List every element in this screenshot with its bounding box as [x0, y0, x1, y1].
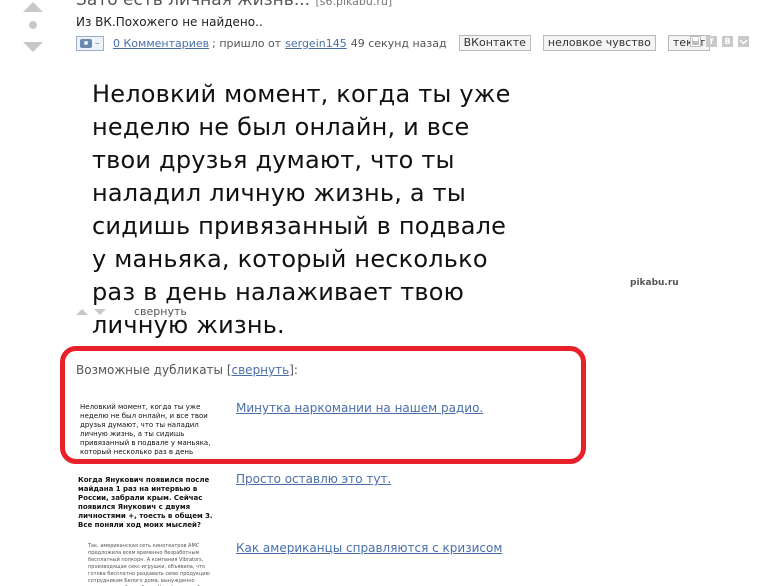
- post-meta: – 0 Комментариев ; пришло от sergein145 …: [76, 35, 711, 51]
- post-image-text: Неловкий момент, когда ты уже неделю не …: [92, 80, 511, 339]
- duplicates-collapse-link[interactable]: свернуть: [232, 363, 290, 377]
- rating-indicator: [29, 21, 37, 29]
- image-watermark: pikabu.ru: [630, 278, 679, 288]
- vote-down-icon[interactable]: [23, 42, 43, 52]
- vote-up-icon[interactable]: [23, 2, 43, 12]
- small-vote-up-icon[interactable]: [76, 308, 88, 315]
- facebook-icon[interactable]: f: [706, 36, 717, 47]
- share-icons: f В: [690, 36, 749, 47]
- post-source[interactable]: [s6.pikabu.ru]: [315, 0, 392, 8]
- duplicate-thumbnail[interactable]: Так, американская сеть кинотеатров AMC п…: [76, 543, 228, 586]
- posted-prefix: ; пришло от: [212, 36, 282, 50]
- post-title[interactable]: Зато есть личная жизнь... [s6.pikabu.ru]: [76, 0, 392, 10]
- share-more-icon[interactable]: [738, 36, 749, 47]
- tag-awkward-feeling[interactable]: неловкое чувство: [542, 35, 656, 51]
- comments-link[interactable]: 0 Комментариев: [113, 37, 209, 50]
- duplicate-thumbnail[interactable]: Неловкий момент, когда ты уже неделю не …: [76, 403, 228, 455]
- author-link[interactable]: sergein145: [285, 37, 347, 50]
- collapse-link[interactable]: свернуть: [134, 305, 187, 318]
- duplicates-title: Возможные дубликаты [свернуть]:: [76, 363, 298, 377]
- save-icon[interactable]: [690, 36, 701, 47]
- duplicate-thumbnail[interactable]: Когда Янукович появился после майдана 1 …: [76, 476, 228, 528]
- duplicate-link[interactable]: Просто оставлю это тут.: [236, 472, 391, 486]
- post-description: Из ВК.Похожего не найдено..: [76, 15, 263, 29]
- small-vote-down-icon[interactable]: [94, 308, 106, 315]
- image-toggle-button[interactable]: –: [76, 35, 104, 51]
- post-time: 49 секунд назад: [350, 36, 447, 50]
- camera-icon: [80, 38, 92, 48]
- collapse-row: свернуть: [76, 305, 187, 318]
- tag-vkontakte[interactable]: ВКонтакте: [458, 35, 531, 51]
- vkontakte-icon[interactable]: В: [722, 36, 733, 47]
- duplicate-link[interactable]: Как американцы справляются с кризисом: [236, 541, 502, 555]
- duplicate-link[interactable]: Минутка наркомании на нашем радио.: [236, 401, 483, 415]
